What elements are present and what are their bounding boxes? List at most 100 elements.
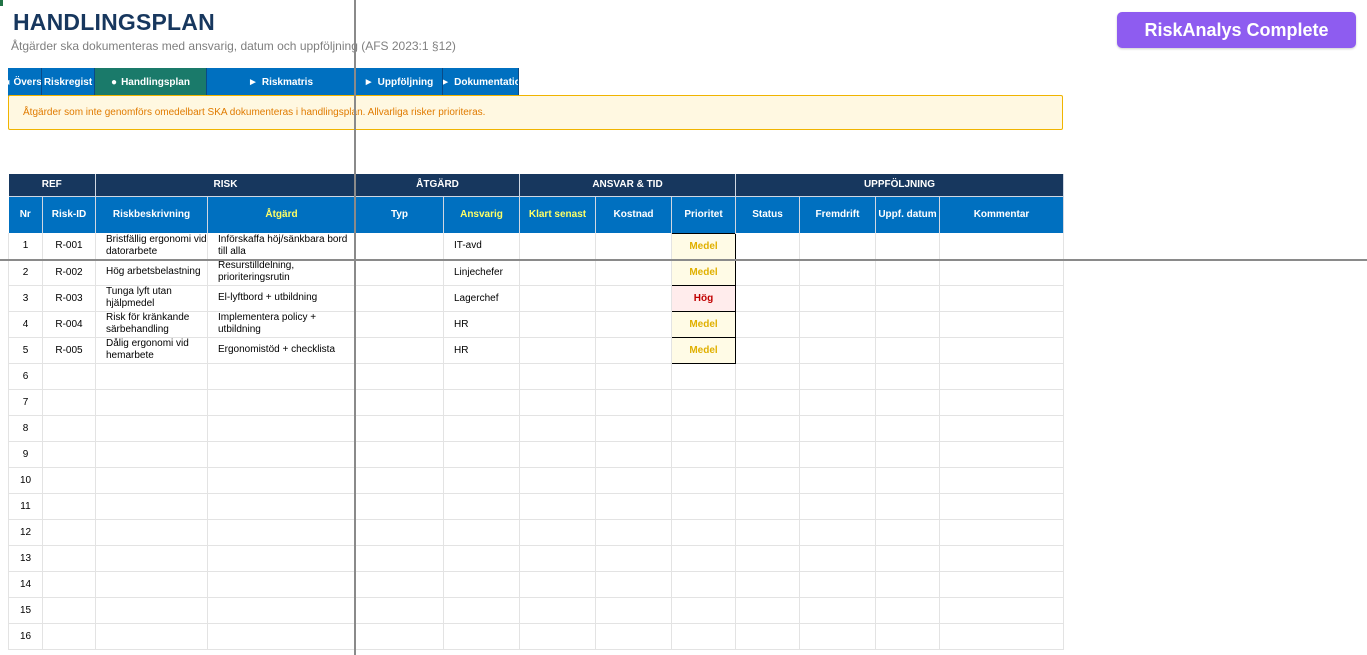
cell-klart-senast[interactable] [519, 415, 596, 442]
cell-fremdrift[interactable] [799, 415, 876, 442]
cell-nr[interactable]: 9 [8, 441, 43, 468]
cell-ansvarig[interactable]: HR [443, 337, 520, 364]
cell-fremdrift[interactable] [799, 519, 876, 546]
cell-riskbeskrivning[interactable] [95, 597, 208, 624]
cell-riskbeskrivning[interactable] [95, 389, 208, 416]
cell-nr[interactable]: 6 [8, 363, 43, 390]
cell-typ[interactable] [355, 493, 444, 520]
cell-prioritet[interactable] [671, 623, 736, 650]
cell-nr[interactable]: 16 [8, 623, 43, 650]
cell-nr[interactable]: 10 [8, 467, 43, 494]
column-header-riskbeskrivning[interactable]: Riskbeskrivning [95, 195, 208, 233]
cell-status[interactable] [735, 337, 800, 364]
cell-riskbeskrivning[interactable] [95, 493, 208, 520]
cell-nr[interactable]: 5 [8, 337, 43, 364]
cell-nr[interactable]: 3 [8, 285, 43, 312]
cell-uppf-datum[interactable] [875, 545, 940, 572]
cell-typ[interactable] [355, 233, 444, 260]
cell-kommentar[interactable] [939, 259, 1064, 286]
cell-prioritet[interactable] [671, 441, 736, 468]
cell-fremdrift[interactable] [799, 389, 876, 416]
cell-kommentar[interactable] [939, 597, 1064, 624]
cell-atgard[interactable] [207, 571, 356, 598]
cell-nr[interactable]: 14 [8, 571, 43, 598]
nav-tab-riskregister[interactable]: Riskregist [42, 68, 95, 96]
cell-ansvarig[interactable] [443, 623, 520, 650]
cell-kommentar[interactable] [939, 285, 1064, 312]
cell-status[interactable] [735, 233, 800, 260]
cell-kommentar[interactable] [939, 389, 1064, 416]
column-header-typ[interactable]: Typ [355, 195, 444, 233]
cell-risk-id[interactable] [42, 623, 96, 650]
cell-ansvarig[interactable]: HR [443, 311, 520, 338]
freeze-pane-horizontal-divider[interactable] [0, 259, 1367, 261]
cell-ansvarig[interactable] [443, 571, 520, 598]
cell-atgard[interactable] [207, 597, 356, 624]
nav-tab-handlingsplan[interactable]: ● Handlingsplan [95, 68, 207, 96]
cell-status[interactable] [735, 259, 800, 286]
cell-uppf-datum[interactable] [875, 259, 940, 286]
column-header-klart-senast[interactable]: Klart senast [519, 195, 596, 233]
cell-uppf-datum[interactable] [875, 519, 940, 546]
cell-riskbeskrivning[interactable]: Risk för kränkande särbehandling [95, 311, 208, 338]
cell-typ[interactable] [355, 545, 444, 572]
cell-prioritet[interactable] [671, 389, 736, 416]
column-header-risk-id[interactable]: Risk-ID [42, 195, 96, 233]
cell-status[interactable] [735, 597, 800, 624]
cell-uppf-datum[interactable] [875, 493, 940, 520]
cell-ansvarig[interactable] [443, 493, 520, 520]
cell-kostnad[interactable] [595, 571, 672, 598]
cell-prioritet[interactable]: Medel [671, 232, 736, 260]
cell-klart-senast[interactable] [519, 389, 596, 416]
cell-fremdrift[interactable] [799, 363, 876, 390]
cell-ansvarig[interactable] [443, 415, 520, 442]
cell-atgard[interactable] [207, 519, 356, 546]
cell-status[interactable] [735, 545, 800, 572]
cell-nr[interactable]: 2 [8, 259, 43, 286]
cell-status[interactable] [735, 389, 800, 416]
cell-fremdrift[interactable] [799, 597, 876, 624]
cell-atgard[interactable] [207, 363, 356, 390]
cell-kostnad[interactable] [595, 467, 672, 494]
cell-prioritet[interactable] [671, 467, 736, 494]
cell-fremdrift[interactable] [799, 233, 876, 260]
cell-kostnad[interactable] [595, 233, 672, 260]
cell-risk-id[interactable]: R-004 [42, 311, 96, 338]
freeze-pane-vertical-divider[interactable] [354, 0, 356, 655]
cell-status[interactable] [735, 415, 800, 442]
cell-kommentar[interactable] [939, 441, 1064, 468]
cell-typ[interactable] [355, 337, 444, 364]
cell-atgard[interactable]: Införskaffa höj/sänkbara bord till alla [207, 233, 356, 260]
cell-klart-senast[interactable] [519, 571, 596, 598]
cell-risk-id[interactable] [42, 597, 96, 624]
cell-uppf-datum[interactable] [875, 233, 940, 260]
nav-tab-dokumentation[interactable]: ► Dokumentatio [443, 68, 519, 96]
cell-klart-senast[interactable] [519, 467, 596, 494]
cell-riskbeskrivning[interactable] [95, 363, 208, 390]
cell-kostnad[interactable] [595, 311, 672, 338]
cell-ansvarig[interactable] [443, 467, 520, 494]
cell-nr[interactable]: 11 [8, 493, 43, 520]
cell-typ[interactable] [355, 571, 444, 598]
cell-kommentar[interactable] [939, 493, 1064, 520]
cell-uppf-datum[interactable] [875, 363, 940, 390]
cell-riskbeskrivning[interactable] [95, 415, 208, 442]
cell-kostnad[interactable] [595, 441, 672, 468]
cell-uppf-datum[interactable] [875, 311, 940, 338]
cell-ansvarig[interactable]: Linjechefer [443, 259, 520, 286]
column-header-ansvarig[interactable]: Ansvarig [443, 195, 520, 233]
cell-status[interactable] [735, 467, 800, 494]
cell-riskbeskrivning[interactable]: Tunga lyft utan hjälpmedel [95, 285, 208, 312]
cell-uppf-datum[interactable] [875, 597, 940, 624]
cell-atgard[interactable] [207, 467, 356, 494]
cell-status[interactable] [735, 441, 800, 468]
cell-nr[interactable]: 15 [8, 597, 43, 624]
cell-risk-id[interactable] [42, 493, 96, 520]
cell-nr[interactable]: 4 [8, 311, 43, 338]
cell-status[interactable] [735, 363, 800, 390]
cell-risk-id[interactable]: R-005 [42, 337, 96, 364]
cell-risk-id[interactable] [42, 363, 96, 390]
cell-prioritet[interactable] [671, 571, 736, 598]
column-header-kostnad[interactable]: Kostnad [595, 195, 672, 233]
cell-prioritet[interactable] [671, 363, 736, 390]
